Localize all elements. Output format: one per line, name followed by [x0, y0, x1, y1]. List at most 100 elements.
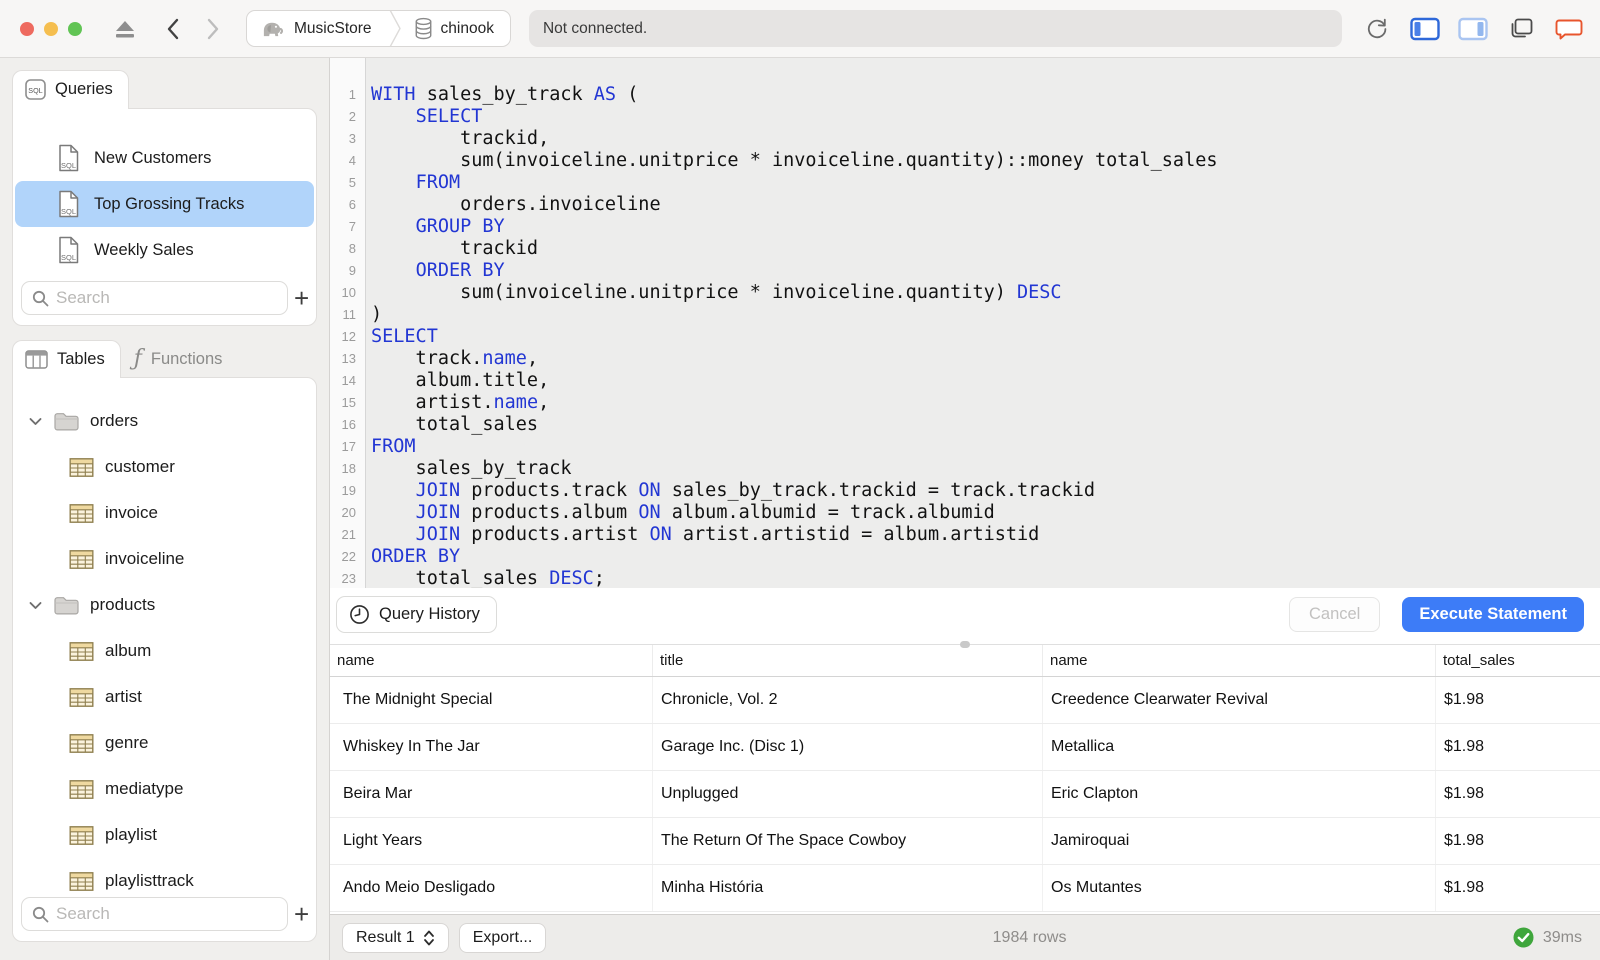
code-line: sales_by_track — [371, 458, 572, 479]
table-cell[interactable]: $1.98 — [1436, 818, 1600, 864]
table-cell[interactable]: Light Years — [330, 818, 653, 864]
toggle-right-sidebar-button[interactable] — [1456, 12, 1490, 46]
tree-table-row[interactable]: album — [13, 628, 316, 674]
result-select[interactable]: Result 1 — [342, 922, 449, 953]
tree-table-row[interactable]: mediatype — [13, 766, 316, 812]
cancel-button[interactable]: Cancel — [1288, 596, 1381, 632]
queries-search-field[interactable] — [21, 281, 288, 315]
tree-table-row[interactable]: artist — [13, 674, 316, 720]
minimize-window-button[interactable] — [44, 21, 58, 36]
result-select-label: Result 1 — [356, 928, 415, 946]
code-line: SELECT — [415, 106, 483, 127]
zoom-window-button[interactable] — [68, 21, 82, 36]
tables-search-field[interactable] — [21, 897, 288, 931]
forward-button[interactable] — [196, 12, 230, 46]
queries-panel: SQL New Customers SQL Top Grossing Tracks SQ… — [12, 108, 317, 326]
tree-table-row[interactable]: invoiceline — [13, 536, 316, 582]
code-line: artist.name, — [371, 392, 550, 413]
code-line: SELECT — [371, 326, 438, 347]
table-cell[interactable]: Eric Clapton — [1043, 771, 1436, 817]
table-row[interactable]: The Midnight Special Chronicle, Vol. 2 Cre… — [330, 677, 1600, 724]
line-number: 13 — [341, 351, 356, 366]
eject-button[interactable] — [108, 12, 142, 46]
tab-functions[interactable]: ƒ Functions — [121, 340, 239, 378]
table-cell[interactable]: Jamiroquai — [1043, 818, 1436, 864]
close-window-button[interactable] — [20, 21, 34, 36]
breadcrumb-server-label: MusicStore — [294, 19, 372, 37]
tree-table-row[interactable]: invoice — [13, 490, 316, 536]
table-row[interactable]: Whiskey In The Jar Garage Inc. (Disc 1) Me… — [330, 724, 1600, 771]
queries-search-input[interactable] — [56, 288, 277, 308]
query-list-item[interactable]: SQL Weekly Sales — [15, 227, 314, 273]
sql-editor[interactable]: 123456789101112131415161718192021222324 … — [330, 58, 1600, 588]
query-list-item[interactable]: SQL Top Grossing Tracks — [15, 181, 314, 227]
refresh-button[interactable] — [1360, 12, 1394, 46]
table-cell[interactable]: Os Mutantes — [1043, 865, 1436, 911]
table-tree: orders customer invoice invoiceline products… — [13, 378, 316, 904]
svg-text:SQL: SQL — [61, 207, 76, 216]
table-cell[interactable]: Ando Meio Desligado — [330, 865, 653, 911]
code-line: JOIN products.track ON sales_by_track.tr… — [415, 480, 1096, 501]
table-cell[interactable]: Creedence Clearwater Revival — [1043, 677, 1436, 723]
add-table-button[interactable]: + — [294, 901, 309, 927]
tree-table-label: mediatype — [105, 779, 184, 798]
toggle-left-sidebar-button[interactable] — [1408, 12, 1442, 46]
table-cell[interactable]: $1.98 — [1436, 677, 1600, 723]
tab-tables[interactable]: Tables — [12, 340, 121, 378]
table-row[interactable]: Light Years The Return Of The Space Cowbo… — [330, 818, 1600, 865]
query-history-button[interactable]: Query History — [336, 595, 497, 633]
query-list-item[interactable]: SQL New Customers — [15, 135, 314, 181]
table-cell[interactable]: Chronicle, Vol. 2 — [653, 677, 1043, 723]
execute-statement-button[interactable]: Execute Statement — [1402, 596, 1584, 632]
back-button[interactable] — [156, 12, 190, 46]
tree-table-row[interactable]: customer — [13, 444, 316, 490]
breadcrumb-server[interactable]: MusicStore — [247, 17, 388, 40]
toolbar: MusicStore chinook Not connected. — [0, 0, 1600, 58]
table-cell[interactable]: Metallica — [1043, 724, 1436, 770]
tree-table-row[interactable]: genre — [13, 720, 316, 766]
column-header[interactable]: name — [330, 645, 653, 676]
line-number: 3 — [348, 131, 356, 146]
tab-queries-label: Queries — [55, 80, 113, 98]
code-line: trackid, — [371, 128, 550, 149]
sql-code-area[interactable]: WITH sales_by_track AS ( SELECT trackid,… — [366, 58, 1593, 588]
table-cell[interactable]: $1.98 — [1436, 771, 1600, 817]
add-query-button[interactable]: + — [294, 285, 309, 311]
table-cell[interactable]: Minha História — [653, 865, 1043, 911]
windows-button[interactable] — [1504, 12, 1538, 46]
tree-folder-label: products — [90, 595, 156, 614]
table-cell[interactable]: Beira Mar — [330, 771, 653, 817]
table-cell[interactable]: The Return Of The Space Cowboy — [653, 818, 1043, 864]
chevron-down-icon[interactable] — [29, 417, 43, 426]
column-header[interactable]: name — [1043, 645, 1436, 676]
export-button[interactable]: Export... — [458, 922, 547, 953]
table-grid-icon — [69, 549, 94, 570]
table-cell[interactable]: $1.98 — [1436, 865, 1600, 911]
column-header[interactable]: title — [653, 645, 1043, 676]
tree-table-row[interactable]: playlist — [13, 812, 316, 858]
breadcrumb-database[interactable]: chinook — [402, 17, 510, 40]
clock-icon — [349, 604, 370, 625]
chevron-down-icon[interactable] — [29, 601, 43, 610]
table-cell[interactable]: $1.98 — [1436, 724, 1600, 770]
table-grid-icon — [69, 641, 94, 662]
table-cell[interactable]: The Midnight Special — [330, 677, 653, 723]
tab-queries[interactable]: SQL Queries — [12, 70, 129, 109]
tables-search-input[interactable] — [56, 904, 277, 924]
connection-status: Not connected. — [528, 10, 1342, 47]
line-number: 12 — [341, 329, 356, 344]
table-cell[interactable]: Unplugged — [653, 771, 1043, 817]
folder-icon — [53, 595, 80, 616]
table-row[interactable]: Beira Mar Unplugged Eric Clapton $1.98 — [330, 771, 1600, 818]
column-header[interactable]: total_sales — [1436, 645, 1600, 676]
splitter-drag-handle[interactable] — [960, 641, 970, 648]
table-cell[interactable]: Garage Inc. (Disc 1) — [653, 724, 1043, 770]
svg-text:SQL: SQL — [61, 161, 76, 170]
feedback-button[interactable] — [1552, 12, 1586, 46]
table-row[interactable]: Ando Meio Desligado Minha História Os Muta… — [330, 865, 1600, 912]
tree-folder-row[interactable]: orders — [13, 398, 316, 444]
windows-icon — [1508, 17, 1534, 41]
code-line: FROM — [371, 436, 416, 457]
tree-folder-row[interactable]: products — [13, 582, 316, 628]
table-cell[interactable]: Whiskey In The Jar — [330, 724, 653, 770]
